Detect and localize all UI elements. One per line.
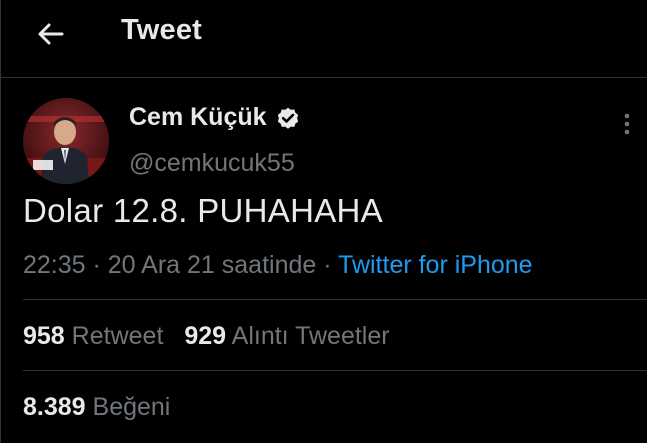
header-divider: [1, 77, 647, 78]
tweet-text: Dolar 12.8. PUHAHAHA: [23, 192, 383, 229]
more-vertical-icon: [624, 113, 630, 135]
meta-separator: ·: [316, 251, 339, 279]
page-title: Tweet: [121, 14, 203, 46]
tweet-meta: 22:35 · 20 Ara 21 saatinde · Twitter for…: [23, 251, 533, 280]
quote-stat[interactable]: 929 Alıntı Tweetler: [184, 322, 389, 350]
more-options-button[interactable]: [617, 110, 637, 138]
tweet-page: Tweet Cem Küçük @cemkucuk55 Dolar 12.8. …: [0, 0, 647, 443]
stats-row-likes: 8.389 Beğeni: [23, 393, 170, 422]
tweet-date[interactable]: 20 Ara 21 saatinde: [108, 251, 317, 279]
like-label: Beğeni: [92, 393, 171, 421]
retweet-count: 958: [23, 322, 65, 350]
retweet-label: Retweet: [71, 322, 164, 350]
user-name-row[interactable]: Cem Küçük: [129, 103, 301, 132]
quote-label: Alıntı Tweetler: [231, 322, 390, 350]
user-handle[interactable]: @cemkucuk55: [129, 149, 295, 178]
stats-row-retweets: 958 Retweet 929 Alıntı Tweetler: [23, 322, 390, 351]
header: Tweet: [1, 0, 647, 70]
verified-badge-icon: [277, 107, 298, 129]
back-arrow-icon: [38, 23, 64, 45]
avatar-photo: [23, 98, 109, 184]
quote-count: 929: [184, 322, 227, 350]
tweet-time[interactable]: 22:35: [23, 251, 86, 279]
like-stat[interactable]: 8.389 Beğeni: [23, 393, 170, 421]
user-name[interactable]: Cem Küçük: [129, 103, 267, 132]
tweet-source-link[interactable]: Twitter for iPhone: [338, 251, 533, 279]
stats-divider: [23, 370, 647, 371]
meta-separator: ·: [85, 251, 108, 279]
avatar[interactable]: [23, 98, 109, 184]
back-button[interactable]: [33, 17, 67, 51]
meta-divider: [23, 299, 647, 300]
like-count: 8.389: [23, 393, 86, 421]
retweet-stat[interactable]: 958 Retweet: [23, 322, 163, 350]
